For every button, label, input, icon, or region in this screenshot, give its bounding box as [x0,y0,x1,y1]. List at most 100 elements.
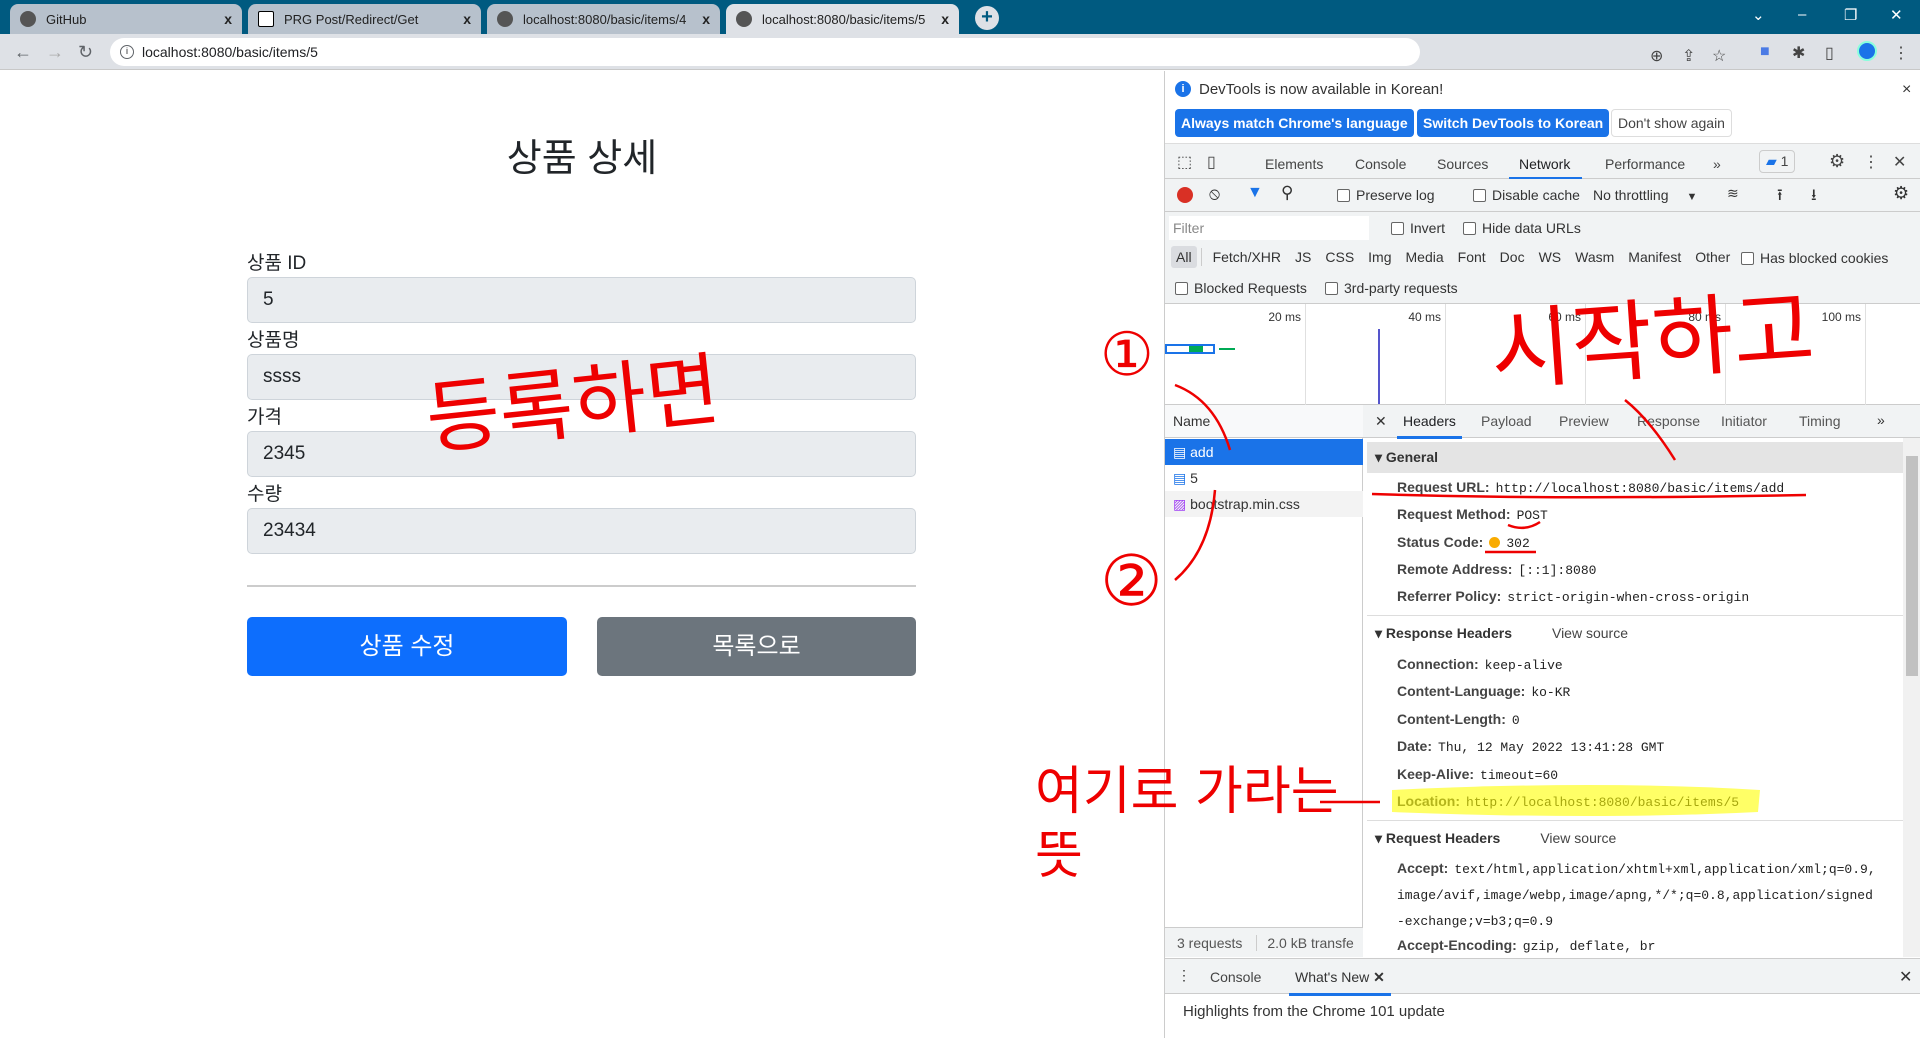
close-tab-icon[interactable]: x [702,11,710,27]
filter-input[interactable]: Filter [1169,216,1369,240]
bookmark-star-icon[interactable]: ☆ [1712,43,1726,71]
view-source-link[interactable]: View source [1552,625,1628,641]
switch-korean-button[interactable]: Switch DevTools to Korean [1417,109,1610,137]
edit-item-button[interactable]: 상품 수정 [247,617,567,676]
type-filter-ws[interactable]: WS [1534,246,1567,268]
issues-badge[interactable]: ▰ 1 [1759,150,1796,173]
drawer-tab-whats-new[interactable]: What's New ✕ [1289,969,1391,996]
type-filter-fetchxhr[interactable]: Fetch/XHR [1208,246,1286,268]
request-row-bootstrap[interactable]: ▨ bootstrap.min.css [1165,491,1363,517]
third-party-checkbox[interactable]: 3rd-party requests [1325,280,1458,296]
tab-items-4[interactable]: localhost:8080/basic/items/4 x [487,4,720,34]
tab-elements[interactable]: Elements [1265,156,1323,172]
info-icon[interactable]: i [120,45,134,59]
view-source-link[interactable]: View source [1540,830,1616,846]
import-har-icon[interactable]: ⭱ [1777,184,1783,211]
profile-avatar[interactable] [1857,41,1877,61]
has-blocked-cookies-checkbox[interactable]: Has blocked cookies [1741,250,1888,266]
item-name-input[interactable]: ssss [247,354,916,400]
close-infobar-icon[interactable]: × [1902,81,1911,99]
side-panel-icon[interactable]: ▯ [1825,43,1834,63]
close-tab-icon[interactable]: x [224,11,232,27]
close-tab-icon[interactable]: x [941,11,949,27]
network-conditions-icon[interactable]: ≋ [1727,185,1739,202]
tab-performance[interactable]: Performance [1605,156,1685,172]
type-filter-doc[interactable]: Doc [1495,246,1530,268]
reload-icon[interactable]: ↻ [78,42,93,63]
general-section-header[interactable]: ▾ General [1367,442,1903,473]
tab-sources[interactable]: Sources [1437,156,1488,172]
more-options-icon[interactable]: ⋮ [1863,152,1879,172]
filter-icon[interactable]: ▼ [1247,184,1263,202]
response-headers-header[interactable]: ▾ Response Headers View source [1367,618,1905,649]
tab-network[interactable]: Network [1509,156,1583,180]
settings-icon[interactable]: ⚙ [1829,151,1845,172]
restore-button[interactable]: ❐ [1844,6,1857,24]
detail-tab-payload[interactable]: Payload [1481,413,1532,429]
close-tab-icon[interactable]: x [463,11,471,27]
dont-show-again-button[interactable]: Don't show again [1611,109,1732,137]
type-filter-img[interactable]: Img [1363,246,1396,268]
type-filter-css[interactable]: CSS [1320,246,1359,268]
close-drawer-icon[interactable]: ✕ [1899,967,1912,987]
detail-tab-initiator[interactable]: Initiator [1721,413,1767,429]
share-icon[interactable]: ⇪ [1682,43,1695,71]
tab-github[interactable]: GitHub x [10,4,242,34]
type-filter-other[interactable]: Other [1690,246,1735,268]
extensions-icon[interactable]: ✱ [1792,43,1805,63]
quantity-input[interactable]: 23434 [247,508,916,554]
forward-icon[interactable]: → [46,42,64,63]
item-id-input[interactable]: 5 [247,277,916,323]
close-tab-icon[interactable]: ✕ [1373,969,1385,985]
more-tabs-button[interactable]: » [1713,156,1721,172]
clear-icon[interactable]: ⦸ [1209,184,1220,204]
hide-data-urls-checkbox[interactable]: Hide data URLs [1463,220,1581,236]
more-detail-tabs[interactable]: » [1877,412,1885,428]
detail-tab-response[interactable]: Response [1637,413,1700,429]
inspect-element-icon[interactable]: ⬚ [1177,152,1192,172]
invert-checkbox[interactable]: Invert [1391,220,1445,236]
type-filter-media[interactable]: Media [1401,246,1449,268]
tab-search-button[interactable]: ⌄ [1752,6,1765,24]
close-details-icon[interactable]: ✕ [1375,413,1387,430]
request-row-5[interactable]: ▤ 5 [1165,465,1363,491]
network-settings-icon[interactable]: ⚙ [1893,183,1909,204]
back-icon[interactable]: ← [14,42,32,63]
address-bar[interactable]: i localhost:8080/basic/items/5 ⊕ ⇪ ☆ [110,38,1726,66]
match-language-button[interactable]: Always match Chrome's language [1175,109,1414,137]
search-icon[interactable]: ⚲ [1281,183,1293,203]
detail-tab-preview[interactable]: Preview [1559,413,1609,429]
throttling-select[interactable]: No throttling ▼ [1593,187,1697,203]
request-headers-header[interactable]: ▾ Request Headers View source [1367,823,1905,854]
translate-extension-icon[interactable]: ■ [1760,43,1770,61]
tab-items-5[interactable]: localhost:8080/basic/items/5 x [726,4,959,34]
type-filter-all[interactable]: All [1171,246,1197,268]
disable-cache-checkbox[interactable]: Disable cache [1473,187,1580,203]
record-icon[interactable] [1177,187,1193,203]
tab-prg[interactable]: PRG Post/Redirect/Get x [248,4,481,34]
type-filter-font[interactable]: Font [1453,246,1491,268]
close-devtools-icon[interactable]: ✕ [1893,152,1906,172]
back-to-list-button[interactable]: 목록으로 [597,617,916,676]
export-har-icon[interactable]: ⭳ [1811,184,1817,211]
menu-icon[interactable]: ⋮ [1893,43,1909,63]
details-scrollbar[interactable] [1903,438,1920,957]
tab-console[interactable]: Console [1355,156,1406,172]
type-filter-js[interactable]: JS [1290,246,1316,268]
network-overview[interactable]: 20 ms 40 ms 60 ms 80 ms 100 ms [1165,304,1920,405]
new-tab-button[interactable]: + [975,6,999,30]
name-column-header[interactable]: Name [1165,405,1363,438]
detail-tab-headers[interactable]: Headers [1397,413,1462,439]
drawer-menu-icon[interactable]: ⋮ [1177,967,1191,984]
price-input[interactable]: 2345 [247,431,916,477]
device-toolbar-icon[interactable]: ▯ [1207,152,1216,172]
type-filter-manifest[interactable]: Manifest [1623,246,1686,268]
blocked-requests-checkbox[interactable]: Blocked Requests [1175,280,1307,296]
close-window-button[interactable]: ✕ [1890,6,1903,24]
type-filter-wasm[interactable]: Wasm [1570,246,1619,268]
zoom-icon[interactable]: ⊕ [1650,43,1663,71]
preserve-log-checkbox[interactable]: Preserve log [1337,187,1435,203]
detail-tab-timing[interactable]: Timing [1799,413,1841,429]
request-row-add[interactable]: ▤ add [1165,439,1363,465]
drawer-tab-console[interactable]: Console [1210,969,1261,985]
